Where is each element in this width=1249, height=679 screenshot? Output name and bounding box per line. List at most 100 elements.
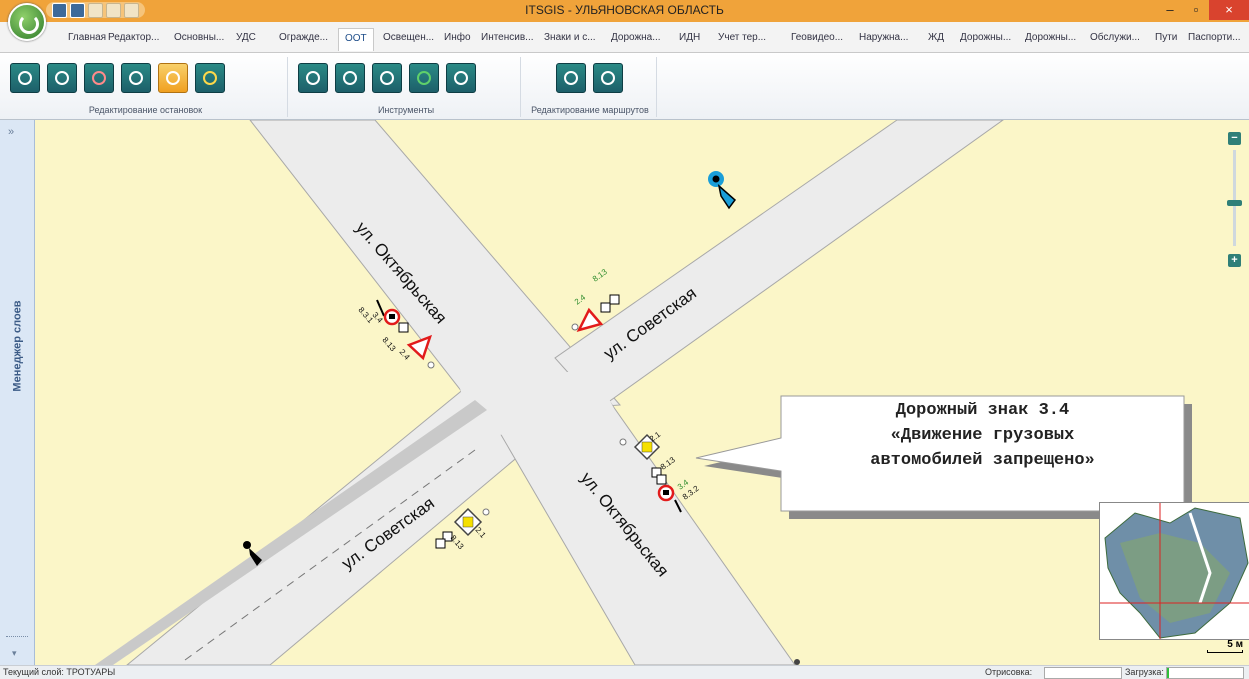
tab-territory[interactable]: Учет тер... (718, 32, 766, 43)
zoom-find-button[interactable] (372, 63, 402, 93)
edit-stop-button[interactable] (121, 63, 151, 93)
zoom-slider-track[interactable] (1233, 150, 1236, 246)
select-stop-button[interactable] (158, 63, 188, 93)
ribbon: Редактирование остановок Инструменты Ред… (0, 53, 1249, 120)
route-icon (454, 71, 468, 85)
callout-line: автомобилей запрещено» (870, 451, 1095, 470)
tab-uds[interactable]: УДС (236, 32, 256, 43)
locate-icon (417, 71, 431, 85)
plus-icon (564, 71, 578, 85)
close-button[interactable]: × (1209, 0, 1249, 20)
add-route-button[interactable] (556, 63, 586, 93)
quick-access-toolbar (46, 2, 145, 18)
map-canvas[interactable]: ул. Октябрьская ул. Советская ул. Советс… (35, 120, 1249, 665)
scale-bar (1207, 650, 1243, 653)
render-progress (1044, 667, 1122, 679)
sign-number: 8.13 (591, 267, 609, 284)
copy-icon[interactable] (106, 2, 121, 18)
add-stop-alt-button[interactable] (47, 63, 77, 93)
sign-number: 8.13 (659, 455, 677, 472)
plate-sign-icon (600, 302, 611, 313)
road-oktyabrskaya-north (249, 120, 622, 416)
stop-settings-button[interactable] (195, 63, 225, 93)
map-svg: ул. Октябрьская ул. Советская ул. Советс… (95, 120, 1192, 665)
maximize-button[interactable]: ▫ (1183, 0, 1209, 20)
tab-idn[interactable]: ИДН (679, 32, 700, 43)
tab-passports[interactable]: Паспорти... (1188, 32, 1241, 43)
edit-icon (129, 71, 143, 85)
tab-editor[interactable]: Редактор... (108, 32, 159, 43)
tab-signs[interactable]: Знаки и с... (544, 32, 596, 43)
current-layer-text: Текущий слой: ТРОТУАРЫ (3, 667, 116, 677)
load-progress (1166, 667, 1244, 679)
tab-paths[interactable]: Пути (1155, 32, 1177, 43)
callout-line: «Движение грузовых (890, 426, 1075, 445)
edit-route-button[interactable] (593, 63, 623, 93)
group-label: Редактирование маршрутов (531, 105, 649, 115)
globe-icon[interactable] (124, 2, 139, 18)
tab-oot[interactable]: ООТ (338, 28, 374, 51)
app-menu-button[interactable] (8, 3, 46, 41)
callout-line: Дорожный знак 3.4 (895, 401, 1070, 420)
scale-label: 5 м (1227, 639, 1243, 650)
zoom-out-button[interactable]: − (1228, 132, 1241, 145)
road-sovetskaya-east (554, 120, 1004, 409)
sign-number: 2.4 (573, 292, 588, 306)
zoom-slider-thumb[interactable] (1227, 200, 1242, 206)
tab-main[interactable]: Главная (68, 32, 106, 43)
group-label: Инструменты (377, 105, 435, 115)
layer-manager-label[interactable]: Менеджер слоев (12, 284, 24, 409)
locate-button[interactable] (409, 63, 439, 93)
expand-panel-button[interactable]: » (8, 126, 14, 138)
panel-grip[interactable] (6, 636, 28, 641)
render-label: Отрисовка: (985, 667, 1033, 677)
open-icon[interactable] (88, 2, 103, 18)
collapse-panel-button[interactable]: ▾ (12, 648, 17, 659)
tab-lighting[interactable]: Освещен... (383, 32, 434, 43)
minimize-button[interactable]: – (1157, 0, 1183, 20)
load-label: Загрузка: (1125, 667, 1164, 677)
group-label: Редактирование остановок (88, 105, 203, 115)
tab-basic[interactable]: Основны... (174, 32, 224, 43)
tab-geovideo[interactable]: Геовидео... (791, 32, 843, 43)
print-icon[interactable] (70, 2, 85, 18)
add-stop-button[interactable] (10, 63, 40, 93)
tab-service[interactable]: Обслужи... (1090, 32, 1140, 43)
search-icon (306, 71, 320, 85)
sign-number: 8.13 (448, 533, 465, 551)
tab-intensity[interactable]: Интенсив... (481, 32, 534, 43)
tab-road3[interactable]: Дорожны... (1025, 32, 1076, 43)
search-icon (601, 71, 615, 85)
tab-outdoor[interactable]: Наружна... (859, 32, 908, 43)
yield-sign-icon (576, 307, 604, 332)
tab-road2[interactable]: Дорожны... (960, 32, 1011, 43)
zoom-in-button[interactable]: + (1228, 254, 1241, 267)
tab-info[interactable]: Инфо (444, 32, 471, 43)
callout-text: Дорожный знак 3.4 «Движение грузовых авт… (780, 398, 1185, 473)
group-stop-editing: Редактирование остановок (4, 57, 288, 117)
window-controls: – ▫ × (1157, 0, 1249, 20)
group-route-editing: Редактирование маршрутов (524, 57, 657, 117)
sign-number: 8.13 (380, 335, 397, 353)
zoom-icon (380, 71, 394, 85)
minus-icon (92, 71, 106, 85)
tab-road[interactable]: Дорожна... (611, 32, 661, 43)
minimap-svg (1100, 503, 1249, 639)
roads (95, 120, 1004, 665)
route-tool-button[interactable] (446, 63, 476, 93)
load-progress-fill (1167, 668, 1170, 678)
plus-icon (18, 71, 32, 85)
delete-stop-button[interactable] (84, 63, 114, 93)
tab-railway[interactable]: ЖД (928, 32, 944, 43)
map-marker-blue[interactable] (708, 171, 737, 210)
group-tools: Инструменты (292, 57, 521, 117)
save-icon[interactable] (52, 2, 67, 18)
ribbon-tabs: Главная Редактор... Основны... УДС Ограж… (0, 22, 1249, 53)
tab-fences[interactable]: Огражде... (279, 32, 328, 43)
info-tool-button[interactable] (335, 63, 365, 93)
search-tool-button[interactable] (298, 63, 328, 93)
sign-number: 2.4 (397, 347, 411, 362)
plate-sign-icon (398, 322, 409, 333)
yield-sign-icon (406, 334, 433, 361)
overview-minimap[interactable] (1099, 502, 1249, 640)
